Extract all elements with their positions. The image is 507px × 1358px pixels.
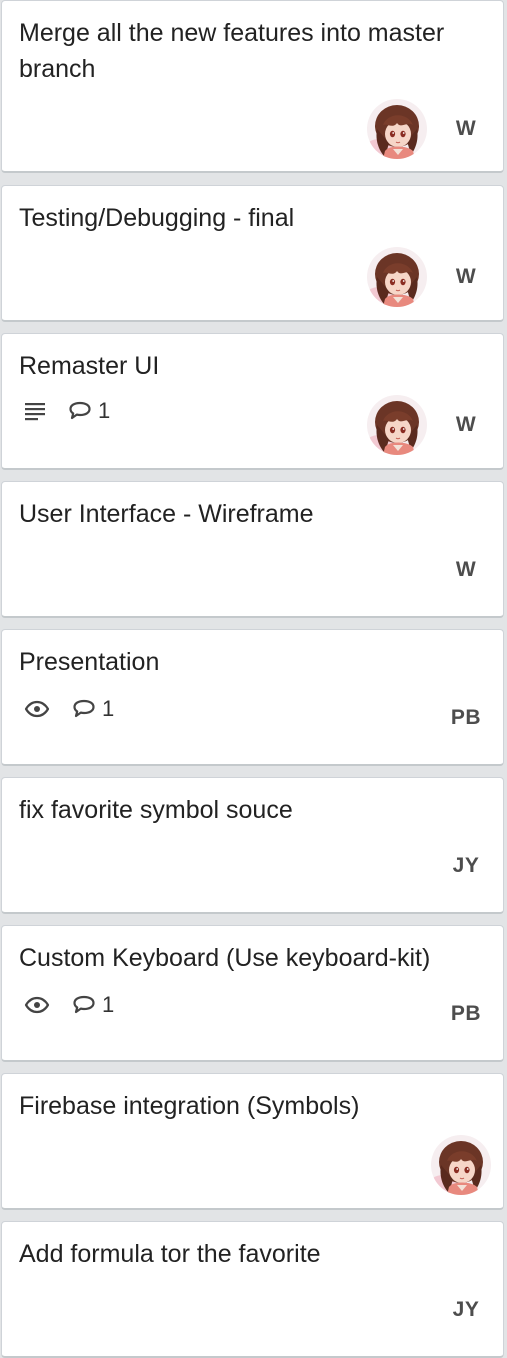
speech-bubble-icon <box>69 401 91 420</box>
card-members: W <box>367 99 491 159</box>
speech-bubble-icon <box>73 699 95 718</box>
card-title: Testing/Debugging - final <box>19 204 295 232</box>
card-title: Add formula tor the favorite <box>19 1240 321 1268</box>
member-avatar[interactable] <box>367 99 427 159</box>
card-badges: 1 <box>24 992 136 1018</box>
member-initials[interactable]: PB <box>441 706 491 730</box>
card-title: Presentation <box>19 648 160 676</box>
card-members: JY <box>441 854 491 878</box>
member-initials[interactable]: PB <box>441 1002 491 1026</box>
card[interactable]: Presentation 1 PB <box>1 629 504 766</box>
card-members: PB <box>441 1002 491 1026</box>
member-initials[interactable]: W <box>441 265 491 289</box>
comment-count: 1 <box>98 398 111 423</box>
eye-icon <box>24 700 50 718</box>
card-title: User Interface - Wireframe <box>19 500 314 528</box>
comment-count: 1 <box>102 696 115 721</box>
comments-badge: 1 <box>72 992 114 1018</box>
card-members: W <box>441 558 491 582</box>
card-members: PB <box>441 706 491 730</box>
member-avatar[interactable] <box>367 247 427 307</box>
card[interactable]: Custom Keyboard (Use keyboard-kit) 1 PB <box>1 925 504 1062</box>
speech-bubble-icon <box>73 995 95 1014</box>
card[interactable]: fix favorite symbol souce JY <box>1 777 504 914</box>
member-initials[interactable]: JY <box>441 854 491 878</box>
description-badge <box>24 401 46 421</box>
member-initials[interactable]: W <box>441 117 491 141</box>
description-lines-icon <box>25 403 45 421</box>
member-initials[interactable]: W <box>441 558 491 582</box>
card-title: Merge all the new features into master b… <box>19 19 445 83</box>
card-badges: 1 <box>24 696 136 722</box>
watching-badge <box>24 700 50 718</box>
card-members <box>431 1135 491 1195</box>
watching-badge <box>24 996 50 1014</box>
comment-count: 1 <box>102 992 115 1017</box>
comments-badge: 1 <box>68 398 110 424</box>
eye-icon <box>24 996 50 1014</box>
card-title: fix favorite symbol souce <box>19 796 293 824</box>
card-members: W <box>367 247 491 307</box>
card-title: Remaster UI <box>19 352 160 380</box>
card-members: W <box>367 395 491 455</box>
card-title: Firebase integration (Symbols) <box>19 1092 360 1120</box>
member-initials[interactable]: JY <box>441 1298 491 1322</box>
card[interactable]: Remaster UI 1 W <box>1 333 504 470</box>
member-avatar[interactable] <box>431 1135 491 1195</box>
comments-badge: 1 <box>72 696 114 722</box>
member-avatar[interactable] <box>367 395 427 455</box>
card-members: JY <box>441 1298 491 1322</box>
card[interactable]: Merge all the new features into master b… <box>1 0 504 173</box>
card-badges: 1 <box>24 398 132 424</box>
member-initials[interactable]: W <box>441 413 491 437</box>
card[interactable]: Add formula tor the favorite JY <box>1 1221 504 1358</box>
card-title: Custom Keyboard (Use keyboard-kit) <box>19 944 431 972</box>
card[interactable]: Firebase integration (Symbols) <box>1 1073 504 1210</box>
card[interactable]: User Interface - Wireframe W <box>1 481 504 618</box>
card[interactable]: Testing/Debugging - final W <box>1 185 504 322</box>
